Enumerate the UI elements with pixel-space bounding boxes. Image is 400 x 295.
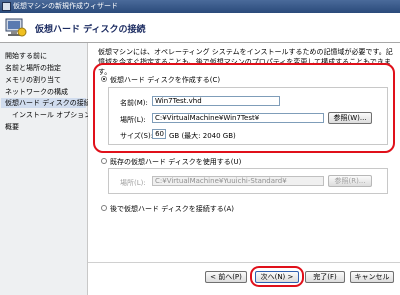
existing-location-label: 場所(L): xyxy=(120,179,146,187)
cancel-button[interactable]: キャンセル xyxy=(350,271,394,283)
existing-location-input[interactable]: C:¥VirtualMachine¥Yuuichi-Standard¥ xyxy=(152,176,324,186)
title-bar: 仮想マシンの新規作成ウィザード xyxy=(0,0,400,13)
sidebar-item-before-you-begin[interactable]: 開始する前に xyxy=(5,51,47,61)
attach-later-label[interactable]: 後で仮想ハード ディスクを接続する(A) xyxy=(110,204,234,214)
attach-later-radio[interactable] xyxy=(101,205,107,211)
wizard-sidebar: 開始する前に 名前と場所の指定 メモリの割り当て ネットワークの構成 仮想ハード… xyxy=(0,43,91,295)
highlight-next-button xyxy=(250,266,304,287)
existing-browse-button[interactable]: 参照(R)... xyxy=(328,175,372,187)
sidebar-item-install-options[interactable]: インストール オプション xyxy=(12,110,91,120)
sidebar-item-summary[interactable]: 概要 xyxy=(5,122,19,132)
app-icon xyxy=(2,2,11,11)
sidebar-item-name-location[interactable]: 名前と場所の指定 xyxy=(5,63,61,73)
page-title: 仮想ハード ディスクの接続 xyxy=(35,25,146,35)
vm-wizard-icon xyxy=(5,18,27,37)
window-title: 仮想マシンの新規作成ウィザード xyxy=(13,2,118,10)
highlight-create-vhd xyxy=(93,63,395,153)
use-existing-vhd-label[interactable]: 既存の仮想ハード ディスクを使用する(U) xyxy=(110,157,241,167)
wizard-header: 仮想ハード ディスクの接続 xyxy=(0,13,400,43)
back-button[interactable]: < 前へ(P) xyxy=(205,271,247,283)
finish-button[interactable]: 完了(F) xyxy=(305,271,345,283)
sidebar-item-connect-vhd[interactable]: 仮想ハード ディスクの接続 xyxy=(1,98,91,108)
footer-divider xyxy=(88,262,400,263)
sidebar-item-memory[interactable]: メモリの割り当て xyxy=(5,75,61,85)
sidebar-item-network[interactable]: ネットワークの構成 xyxy=(5,87,68,97)
use-existing-vhd-radio[interactable] xyxy=(101,158,107,164)
